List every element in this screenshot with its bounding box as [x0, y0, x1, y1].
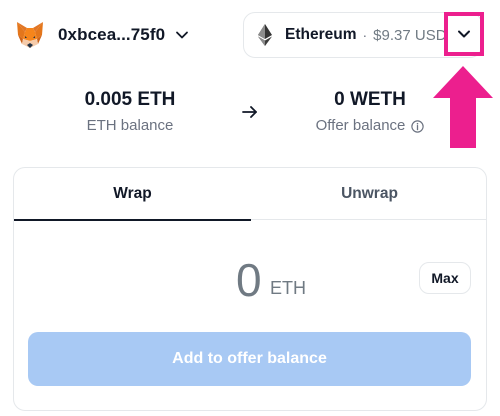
metamask-fox-icon	[17, 22, 43, 48]
arrow-right-icon	[242, 106, 257, 118]
chevron-down-icon	[176, 31, 189, 39]
eth-balance-label: ETH balance	[86, 117, 174, 134]
network-dropdown-button[interactable]	[444, 12, 484, 56]
offer-balance: 0 WETH Offer balance	[300, 88, 440, 138]
wrap-card: Wrap Unwrap 0 ETH Max Add to offer balan…	[13, 167, 487, 411]
network-usd-value: $9.37 USD	[373, 26, 447, 44]
network-name: Ethereum	[285, 26, 357, 43]
eth-balance: 0.005 ETH ETH balance	[70, 88, 190, 138]
amount-unit: ETH	[270, 278, 306, 298]
wallet-selector[interactable]: 0xbcea...75f0	[14, 18, 189, 52]
offer-balance-value: 0 WETH	[334, 89, 406, 110]
amount-value[interactable]: 0	[236, 250, 262, 310]
header: 0xbcea...75f0 Ethereum · $9.37 USD	[0, 0, 500, 148]
eth-balance-value: 0.005 ETH	[84, 89, 176, 110]
amount-input[interactable]: 0 ETH	[14, 250, 486, 310]
add-to-offer-balance-button[interactable]: Add to offer balance	[28, 332, 471, 386]
network-separator: ·	[362, 27, 368, 43]
ethereum-icon	[258, 24, 272, 46]
info-icon[interactable]	[411, 119, 425, 133]
offer-balance-label: Offer balance	[315, 117, 406, 134]
wallet-address: 0xbcea...75f0	[58, 25, 166, 44]
tab-unwrap[interactable]: Unwrap	[251, 168, 486, 220]
chevron-down-icon	[458, 30, 470, 38]
max-button[interactable]: Max	[419, 262, 471, 294]
wrap-tabs: Wrap Unwrap	[14, 168, 486, 221]
tab-wrap[interactable]: Wrap	[14, 168, 251, 221]
